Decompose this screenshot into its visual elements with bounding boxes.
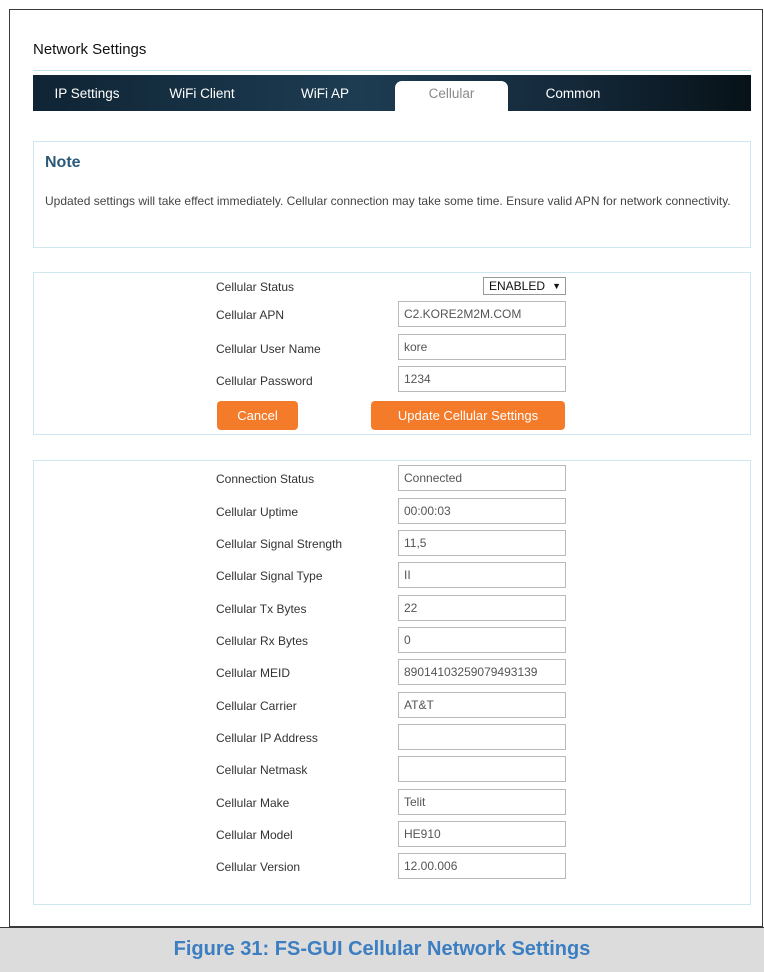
tab-wifi-ap[interactable]: WiFi AP — [295, 75, 355, 111]
cellular-carrier-field: AT&T — [398, 692, 566, 718]
status-row-label: Cellular Rx Bytes — [216, 634, 309, 648]
cellular-signal-type-field: II — [398, 562, 566, 588]
note-text: Updated settings will take effect immedi… — [45, 194, 731, 208]
cellular-status-label: Cellular Status — [216, 280, 295, 294]
cellular-version-field: 12.00.006 — [398, 853, 566, 879]
cellular-status-panel: Connection Status Connected Cellular Upt… — [33, 460, 751, 905]
chevron-down-icon: ▼ — [552, 281, 561, 291]
cellular-uptime-field: 00:00:03 — [398, 498, 566, 524]
figure-caption: Figure 31: FS-GUI Cellular Network Setti… — [173, 938, 591, 960]
cancel-button[interactable]: Cancel — [217, 401, 298, 430]
cellular-apn-input[interactable]: C2.KORE2M2M.COM — [398, 301, 566, 327]
page-title: Network Settings — [33, 41, 147, 58]
cellular-make-field: Telit — [398, 789, 566, 815]
cellular-tx-bytes-field: 22 — [398, 595, 566, 621]
title-divider — [33, 70, 751, 71]
status-row-label: Cellular Carrier — [216, 699, 297, 713]
status-row-label: Cellular Netmask — [216, 763, 308, 777]
cellular-status-value: ENABLED — [489, 279, 546, 293]
status-row-label: Cellular Version — [216, 860, 301, 874]
tab-common[interactable]: Common — [533, 75, 613, 111]
cellular-ip-address-field — [398, 724, 566, 750]
tab-bar: IP Settings WiFi Client WiFi AP Cellular… — [33, 75, 751, 111]
tab-ip-settings[interactable]: IP Settings — [44, 75, 130, 111]
note-title: Note — [45, 154, 81, 171]
connection-status-field: Connected — [398, 465, 566, 491]
status-row-label: Cellular Uptime — [216, 505, 299, 519]
cellular-model-field: HE910 — [398, 821, 566, 847]
status-row-label: Cellular Signal Strength — [216, 537, 343, 551]
tab-wifi-client[interactable]: WiFi Client — [160, 75, 244, 111]
cellular-rx-bytes-field: 0 — [398, 627, 566, 653]
cellular-settings-form: Cellular Status ENABLED ▼ Cellular APN C… — [33, 272, 751, 435]
status-row-label: Connection Status — [216, 472, 315, 486]
cellular-meid-field: 89014103259079493139 — [398, 659, 566, 685]
note-panel: Note Updated settings will take effect i… — [33, 141, 751, 248]
status-row-label: Cellular Make — [216, 796, 290, 810]
status-row-label: Cellular Signal Type — [216, 569, 323, 583]
cellular-signal-strength-field: 11,5 — [398, 530, 566, 556]
status-row-label: Cellular Tx Bytes — [216, 602, 307, 616]
cellular-username-label: Cellular User Name — [216, 342, 321, 356]
status-row-label: Cellular Model — [216, 828, 293, 842]
cellular-password-label: Cellular Password — [216, 374, 313, 388]
cellular-username-input[interactable]: kore — [398, 334, 566, 360]
cellular-netmask-field — [398, 756, 566, 782]
cellular-password-input[interactable]: 1234 — [398, 366, 566, 392]
tab-cellular[interactable]: Cellular — [395, 81, 508, 111]
cellular-apn-label: Cellular APN — [216, 308, 285, 322]
cellular-status-select[interactable]: ENABLED ▼ — [483, 277, 566, 295]
status-row-label: Cellular IP Address — [216, 731, 318, 745]
update-cellular-settings-button[interactable]: Update Cellular Settings — [371, 401, 565, 430]
status-row-label: Cellular MEID — [216, 666, 291, 680]
